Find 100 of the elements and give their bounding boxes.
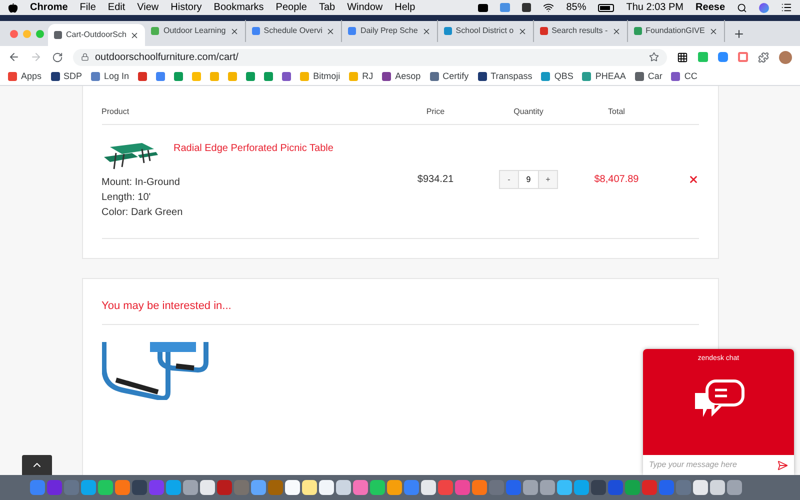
bookmark-icon[interactable] (264, 72, 274, 81)
product-option: Mount: In-Ground (102, 175, 392, 190)
close-icon[interactable] (130, 30, 140, 40)
menu-item[interactable]: Tab (318, 0, 336, 15)
bookmark-link[interactable]: CC (671, 70, 698, 84)
battery-icon[interactable] (598, 4, 614, 12)
app-icon[interactable] (693, 480, 708, 495)
menu-item[interactable]: People (276, 0, 307, 15)
increase-quantity-button[interactable]: + (538, 170, 558, 189)
app-icon[interactable] (302, 480, 317, 495)
close-icon[interactable] (230, 26, 239, 36)
bookmark-icon[interactable] (246, 72, 256, 81)
tab-title: Search results - (552, 25, 608, 37)
close-icon[interactable] (422, 26, 431, 36)
app-icon[interactable] (183, 480, 198, 495)
tab-title: Cart-OutdoorSch (66, 29, 126, 41)
section-heading: You may be interested in... (102, 298, 698, 324)
app-icon[interactable] (523, 480, 538, 495)
menu-item[interactable]: History (170, 0, 202, 15)
grid-icon[interactable] (677, 52, 688, 62)
send-icon[interactable] (777, 460, 788, 470)
menu-item[interactable]: Bookmarks (214, 0, 264, 15)
app-icon[interactable] (370, 480, 385, 495)
browser-tab[interactable]: Schedule Overvi (246, 20, 342, 42)
app-icon[interactable] (557, 480, 572, 495)
close-icon[interactable] (326, 26, 336, 36)
status-icon[interactable] (522, 3, 532, 12)
product-name-link[interactable]: Radial Edge Perforated Picnic Table (174, 139, 334, 156)
bookmark-label: Bitmoji (313, 70, 340, 83)
lock-icon (81, 53, 89, 61)
app-icon[interactable] (421, 480, 436, 495)
menu-item[interactable]: Help (394, 0, 416, 15)
bookmark-link[interactable]: QBS (541, 70, 574, 84)
browser-tab[interactable]: Daily Prep Sche (342, 20, 438, 42)
user-name[interactable]: Reese (696, 0, 725, 15)
back-icon[interactable] (8, 51, 20, 63)
browser-tab[interactable]: Search results - (534, 20, 628, 42)
menu-item[interactable]: Edit (108, 0, 126, 15)
menu-icon[interactable] (781, 2, 792, 13)
chat-message-field[interactable]: Type your message here (649, 459, 773, 471)
bookmark-icon[interactable] (282, 72, 292, 81)
app-icon[interactable] (319, 480, 334, 495)
menu-item[interactable]: Window (347, 0, 383, 15)
menu-item[interactable]: File (80, 0, 96, 15)
close-icon[interactable] (518, 26, 527, 36)
bookmark-label: Aesop (395, 70, 421, 83)
apple-icon[interactable] (8, 2, 18, 12)
status-icon[interactable] (478, 4, 488, 12)
bookmark-link[interactable]: SDP (50, 70, 82, 84)
bookmark-link[interactable]: PHEAA (582, 70, 626, 84)
wifi-icon[interactable] (543, 2, 554, 13)
reload-icon[interactable] (52, 52, 63, 62)
menu-item[interactable]: View (137, 0, 159, 15)
bookmark-icon[interactable] (156, 72, 166, 81)
bookmark-label: Transpass (490, 70, 532, 83)
app-icon[interactable] (251, 480, 266, 495)
app-icon[interactable] (540, 480, 555, 495)
bookmark-icon[interactable] (174, 72, 184, 81)
app-icon[interactable] (727, 480, 742, 495)
browser-tab[interactable]: Cart-OutdoorSch (48, 24, 146, 46)
menu-item[interactable]: Chrome (30, 0, 68, 15)
profile-avatar[interactable] (779, 50, 792, 64)
search-icon[interactable] (737, 2, 747, 12)
maximize-window-button[interactable] (36, 30, 44, 38)
browser-tab[interactable]: Outdoor Learning (145, 20, 246, 42)
quantity-field[interactable]: 9 (519, 170, 538, 189)
bookmark-link[interactable]: Bitmoji (300, 70, 340, 84)
new-tab-icon[interactable] (732, 28, 745, 40)
bookmark-link[interactable]: Aesop (382, 70, 421, 84)
browser-tab[interactable]: School District o (438, 20, 534, 42)
app-icon[interactable] (387, 480, 402, 495)
close-icon[interactable] (708, 26, 718, 36)
browser-tab[interactable]: FoundationGIVE (628, 20, 725, 42)
decrease-quantity-button[interactable]: - (499, 170, 519, 189)
battery-percentage: 85% (566, 1, 586, 15)
bookmark-link[interactable]: RJ (349, 70, 374, 84)
siri-icon[interactable] (759, 2, 769, 12)
extensions-icon[interactable] (758, 52, 769, 62)
app-icon[interactable] (285, 480, 300, 495)
bookmark-link[interactable]: Log In (91, 70, 130, 84)
app-icon[interactable] (200, 480, 215, 495)
bookmark-label: Car (648, 70, 662, 83)
bookmark-label: CC (684, 70, 698, 83)
bookmark-link[interactable]: Car (634, 70, 662, 84)
app-icon[interactable] (336, 480, 351, 495)
scroll-to-top-button[interactable] (22, 455, 52, 475)
address-field[interactable]: outdoorschoolfurniture.com/cart/ (73, 48, 667, 66)
forward-icon[interactable] (30, 51, 42, 63)
bookmark-star-icon[interactable] (649, 52, 659, 62)
tab-title: Schedule Overvi (264, 25, 322, 37)
app-icon[interactable] (98, 480, 113, 495)
close-icon[interactable] (612, 26, 621, 36)
bookmark-link[interactable]: Apps (8, 70, 42, 84)
clock[interactable]: Thu 2:03 PM (626, 0, 684, 15)
close-window-button[interactable] (10, 30, 18, 38)
bookmark-icon[interactable] (138, 72, 148, 81)
app-icon[interactable] (710, 480, 725, 495)
remove-icon[interactable] (688, 174, 698, 185)
bookmark-link[interactable]: Certify (430, 70, 469, 84)
bookmark-link[interactable]: Transpass (478, 70, 532, 84)
